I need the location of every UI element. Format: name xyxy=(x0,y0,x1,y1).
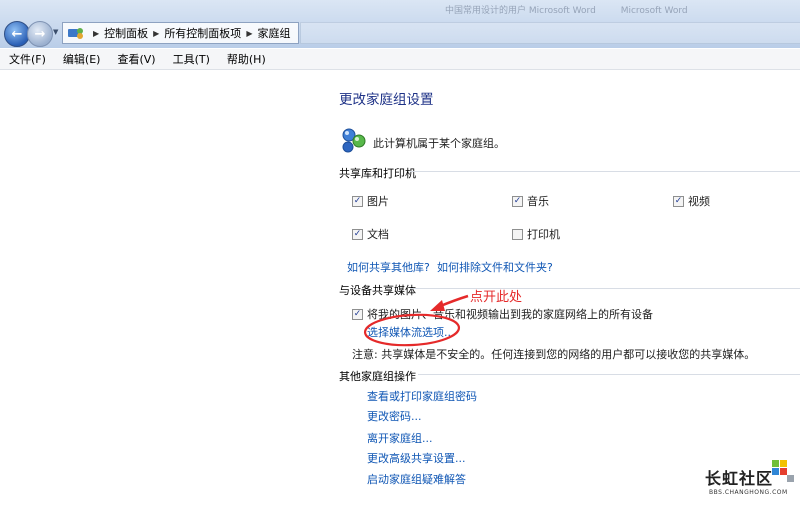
homegroup-status-text: 此计算机属于某个家庭组。 xyxy=(373,137,505,150)
breadcrumb-separator-icon: ▶ xyxy=(93,28,100,38)
menu-help[interactable]: 帮助(H) xyxy=(218,51,274,67)
forward-arrow-icon: → xyxy=(34,26,46,42)
breadcrumb-all-items[interactable]: 所有控制面板项 xyxy=(164,25,241,41)
control-panel-icon xyxy=(67,26,85,40)
breadcrumb-homegroup[interactable]: 家庭组 xyxy=(257,25,290,41)
annotation-text: 点开此处 xyxy=(470,290,523,305)
breadcrumb-separator-icon: ▶ xyxy=(153,28,160,38)
page-title: 更改家庭组设置 xyxy=(339,92,434,108)
watermark-url: BBS.CHANGHONG.COM xyxy=(709,489,788,496)
checkbox-unchecked-icon xyxy=(512,228,523,240)
menu-edit[interactable]: 编辑(E) xyxy=(54,51,109,67)
section-divider xyxy=(418,374,800,375)
watermark-text: 长虹社区 xyxy=(705,469,774,488)
link-troubleshooter[interactable]: 启动家庭组疑难解答 xyxy=(367,471,466,487)
link-exclude-files[interactable]: 如何排除文件和文件夹? xyxy=(437,259,553,275)
other-section-label: 其他家庭组操作 xyxy=(339,370,416,383)
link-share-other-libraries[interactable]: 如何共享其他库? xyxy=(347,259,430,275)
watermark-logo-icon xyxy=(772,460,794,482)
menu-tools[interactable]: 工具(T) xyxy=(164,51,218,67)
checkbox-checked-icon: ✓ xyxy=(352,308,363,320)
security-note: 注意: 共享媒体是不安全的。任何连接到您的网络的用户都可以接收您的共享媒体。 xyxy=(352,348,756,361)
link-change-password[interactable]: 更改密码... xyxy=(367,408,422,424)
checkbox-pictures[interactable]: ✓ 图片 xyxy=(352,193,389,209)
checkbox-checked-icon: ✓ xyxy=(673,195,684,207)
background-window-title: 中国常用设计的用户 Microsoft Word Microsoft Word xyxy=(445,6,688,16)
forward-button[interactable]: → xyxy=(27,21,53,47)
checkbox-stream-media[interactable]: ✓ 将我的图片、音乐和视频输出到我的家庭网络上的所有设备 xyxy=(352,306,653,322)
breadcrumb-separator-icon: ▶ xyxy=(246,28,253,38)
background-window-address xyxy=(300,22,800,44)
breadcrumb-control-panel[interactable]: 控制面板 xyxy=(104,25,148,41)
menu-file[interactable]: 文件(F) xyxy=(0,51,54,67)
title-bar: 中国常用设计的用户 Microsoft Word Microsoft Word … xyxy=(0,0,800,48)
share-section-label: 共享库和打印机 xyxy=(339,167,416,180)
checkbox-music[interactable]: ✓ 音乐 xyxy=(512,193,549,209)
checkbox-checked-icon: ✓ xyxy=(352,195,363,207)
media-section-label: 与设备共享媒体 xyxy=(339,284,416,297)
link-view-print-password[interactable]: 查看或打印家庭组密码 xyxy=(367,388,477,404)
homegroup-icon xyxy=(339,125,369,155)
recent-pages-dropdown[interactable]: ▼ xyxy=(53,27,61,37)
address-bar[interactable]: ▶ 控制面板 ▶ 所有控制面板项 ▶ 家庭组 xyxy=(62,22,299,44)
menu-view[interactable]: 查看(V) xyxy=(108,51,163,67)
checkbox-checked-icon: ✓ xyxy=(512,195,523,207)
section-divider xyxy=(410,288,800,289)
back-arrow-icon: ← xyxy=(11,26,23,42)
menu-bar: 文件(F) 编辑(E) 查看(V) 工具(T) 帮助(H) xyxy=(0,49,800,70)
watermark: 长虹社区 BBS.CHANGHONG.COM xyxy=(705,460,795,505)
checkbox-documents[interactable]: ✓ 文档 xyxy=(352,226,389,242)
link-advanced-sharing[interactable]: 更改高级共享设置... xyxy=(367,450,466,466)
checkbox-videos[interactable]: ✓ 视频 xyxy=(673,193,710,209)
checkbox-printers[interactable]: 打印机 xyxy=(512,226,560,242)
link-leave-homegroup[interactable]: 离开家庭组... xyxy=(367,430,433,446)
section-divider xyxy=(410,171,800,172)
link-media-streaming-options[interactable]: 选择媒体流选项... xyxy=(367,324,455,340)
checkbox-checked-icon: ✓ xyxy=(352,228,363,240)
